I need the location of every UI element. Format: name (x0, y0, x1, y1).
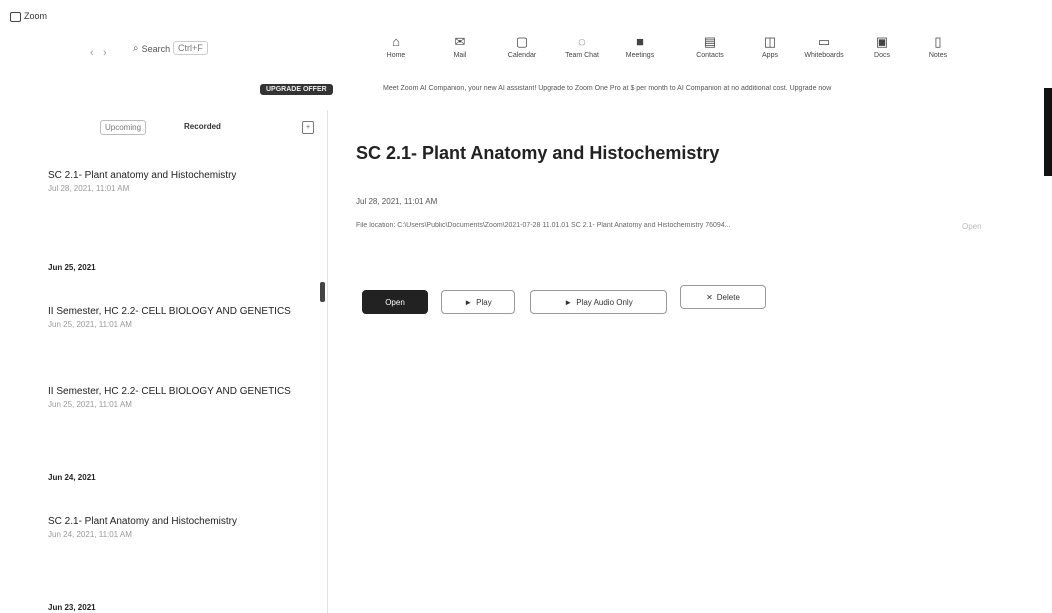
recording-list-item[interactable]: II Semester, HC 2.2- CELL BIOLOGY AND GE… (48, 386, 298, 409)
toolbar-item-calendar[interactable]: ▢ Calendar (502, 34, 542, 59)
recording-item-title: SC 2.1- Plant Anatomy and Histochemistry (48, 516, 237, 527)
sidebar-scrollbar[interactable] (320, 282, 325, 302)
toolbar-item-label: Team Chat (565, 52, 599, 59)
contacts-icon: ▤ (703, 34, 717, 49)
delete-icon: ✕ (706, 292, 713, 302)
home-icon: ⌂ (392, 34, 400, 49)
calendar-icon: ▢ (515, 34, 529, 49)
play-audio-icon: ► (564, 297, 573, 307)
date-header: Jun 25, 2021 (48, 263, 96, 272)
play-button[interactable]: ► Play (441, 290, 515, 314)
tab-recorded[interactable]: Recorded (180, 120, 225, 135)
whiteboard-icon: ▭ (817, 34, 831, 49)
toolbar-item-home[interactable]: ⌂ Home (376, 34, 416, 59)
toolbar-item-mail[interactable]: ✉ Mail (440, 34, 480, 59)
file-location: File location: C:\Users\Public\Documents… (356, 222, 731, 229)
delete-button-label: Delete (716, 292, 740, 302)
zoom-logo-icon (10, 12, 21, 22)
back-arrow-icon[interactable]: ‹ (90, 47, 94, 59)
toolbar-item-label: Apps (762, 52, 778, 59)
toolbar-item-apps[interactable]: ◫ Apps (750, 34, 790, 59)
date-header: Jun 23, 2021 (48, 603, 96, 612)
recording-item-time: Jun 24, 2021, 11:01 AM (48, 530, 132, 539)
open-button[interactable]: Open (362, 290, 428, 314)
toolbar-item-meetings[interactable]: ■ Meetings (620, 34, 660, 59)
toolbar-item-whiteboards[interactable]: ▭ Whiteboards (804, 34, 844, 59)
play-audio-label: Play Audio Only (576, 297, 633, 307)
search-label: Search (141, 43, 171, 54)
open-button-label: Open (385, 297, 405, 307)
toolbar-item-label: Contacts (696, 52, 724, 59)
recording-title: SC 2.1- Plant Anatomy and Histochemistry (356, 143, 720, 163)
recording-date: Jul 28, 2021, 11:01 AM (356, 197, 438, 206)
side-panel-edge (1044, 88, 1052, 176)
toolbar-item-docs[interactable]: ▣ Docs (862, 34, 902, 59)
play-button-label: Play (476, 297, 492, 307)
tab-upcoming[interactable]: Upcoming (100, 120, 147, 135)
toolbar-item-label: Calendar (507, 52, 537, 59)
search-button[interactable]: ⌕ Search (133, 43, 170, 54)
upgrade-banner-text[interactable]: Meet Zoom AI Companion, your new AI assi… (383, 85, 1049, 92)
video-icon: ■ (636, 34, 644, 49)
recording-list-item[interactable]: II Semester, HC 2.2- CELL BIOLOGY AND GE… (48, 306, 298, 329)
apps-icon: ◫ (763, 34, 777, 49)
delete-button[interactable]: ✕ Delete (680, 285, 766, 309)
recording-list-item[interactable]: SC 2.1- Plant Anatomy and Histochemistry… (48, 516, 298, 539)
toolbar-item-contacts[interactable]: ▤ Contacts (690, 34, 730, 59)
play-audio-only-button[interactable]: ► Play Audio Only (530, 290, 667, 314)
recording-item-title: II Semester, HC 2.2- CELL BIOLOGY AND GE… (48, 306, 291, 317)
recording-item-time: Jun 25, 2021, 11:01 AM (48, 320, 132, 329)
recording-item-time: Jun 25, 2021, 11:01 AM (48, 400, 132, 409)
panel-divider (327, 110, 328, 613)
toolbar-item-label: Home (386, 52, 406, 59)
search-shortcut-badge: Ctrl+F (173, 41, 208, 55)
toolbar-item-label: Mail (453, 52, 467, 59)
toolbar-item-notes[interactable]: ▯ Notes (918, 34, 958, 59)
recording-list-item[interactable]: SC 2.1- Plant anatomy and Histochemistry… (48, 170, 298, 193)
search-icon: ⌕ (133, 43, 139, 54)
app-title: Zoom (24, 11, 48, 21)
toolbar-item-label: Whiteboards (804, 52, 844, 59)
toolbar-item-label: Notes (928, 52, 948, 59)
play-icon: ► (464, 297, 473, 307)
upgrade-offer-badge[interactable]: UPGRADE OFFER (260, 84, 333, 95)
docs-icon: ▣ (875, 34, 889, 49)
sidebar-tabs: Upcoming Recorded (100, 120, 225, 135)
recording-item-title: SC 2.1- Plant anatomy and Histochemistry (48, 170, 237, 181)
recording-item-title: II Semester, HC 2.2- CELL BIOLOGY AND GE… (48, 386, 291, 397)
mail-icon: ✉ (454, 34, 466, 49)
forward-arrow-icon[interactable]: › (103, 47, 107, 59)
toolbar-item-label: Meetings (625, 52, 655, 59)
date-header: Jun 24, 2021 (48, 473, 96, 482)
notes-icon: ▯ (934, 34, 942, 49)
chat-icon: ◌ (578, 34, 586, 49)
filter-icon[interactable]: + (302, 121, 314, 134)
open-location-link[interactable]: Open (962, 222, 982, 231)
title-bar: Zoom (0, 0, 1052, 30)
recording-item-time: Jul 28, 2021, 11:01 AM (48, 184, 130, 193)
toolbar-item-team-chat[interactable]: ◌ Team Chat (562, 34, 602, 59)
toolbar-item-label: Docs (874, 52, 890, 59)
